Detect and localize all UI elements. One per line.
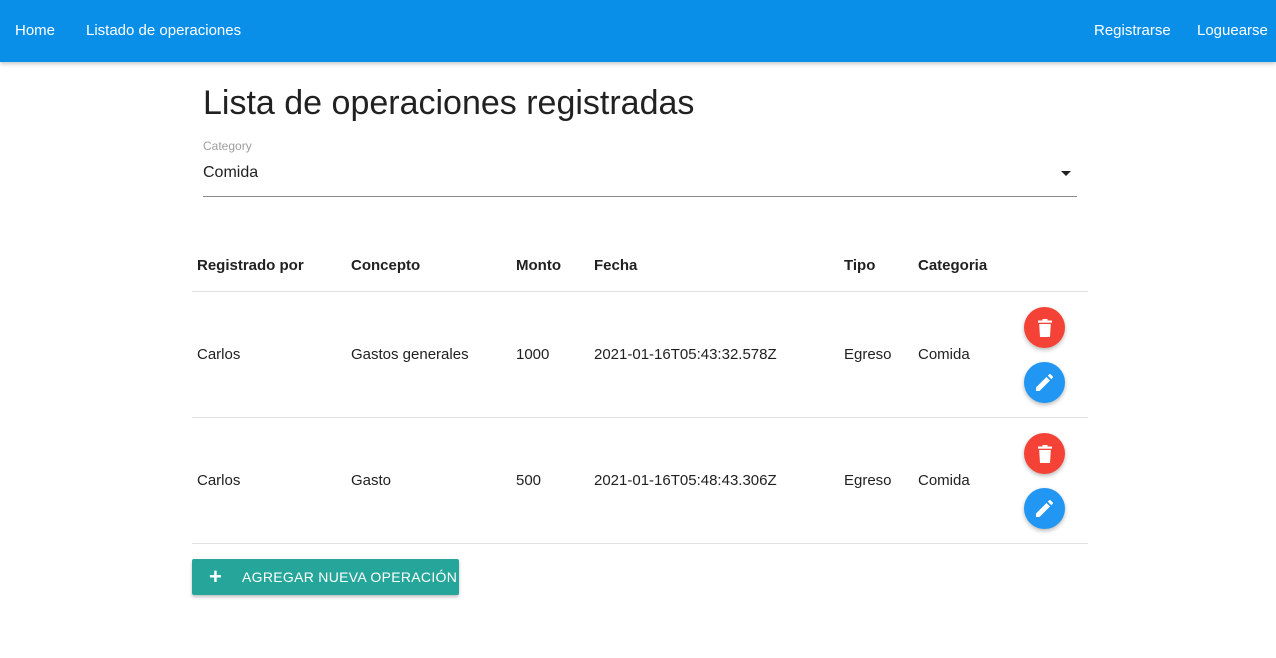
cell-categoria: Comida bbox=[918, 472, 970, 489]
caret-down-icon[interactable] bbox=[1061, 171, 1071, 176]
table-row: Carlos Gasto 500 2021-01-16T05:48:43.306… bbox=[192, 418, 1088, 544]
table-row: Carlos Gastos generales 1000 2021-01-16T… bbox=[192, 292, 1088, 418]
nav-link-listado-operaciones[interactable]: Listado de operaciones bbox=[86, 0, 241, 62]
column-header-tipo: Tipo bbox=[844, 257, 876, 274]
column-header-concepto: Concepto bbox=[351, 257, 421, 274]
pencil-icon bbox=[1036, 500, 1053, 517]
edit-button[interactable] bbox=[1024, 362, 1065, 403]
category-select-label: Category bbox=[203, 139, 252, 153]
cell-tipo: Egreso bbox=[844, 346, 892, 363]
nav-link-registrarse[interactable]: Registrarse bbox=[1094, 0, 1171, 62]
cell-categoria: Comida bbox=[918, 346, 970, 363]
cell-registrado-por: Carlos bbox=[197, 472, 241, 489]
category-select[interactable]: Category Comida bbox=[203, 138, 1077, 197]
cell-monto: 500 bbox=[516, 472, 542, 489]
cell-fecha: 2021-01-16T05:48:43.306Z bbox=[594, 472, 777, 489]
add-operation-button[interactable]: + AGREGAR NUEVA OPERACIÓN bbox=[192, 559, 459, 595]
column-header-fecha: Fecha bbox=[594, 257, 638, 274]
operations-table: Registrado por Concepto Monto Fecha Tipo… bbox=[192, 240, 1088, 544]
cell-concepto: Gasto bbox=[351, 472, 392, 489]
nav-link-loguearse[interactable]: Loguearse bbox=[1197, 0, 1268, 62]
cell-tipo: Egreso bbox=[844, 472, 892, 489]
trash-icon bbox=[1037, 444, 1052, 463]
category-select-value[interactable]: Comida bbox=[203, 164, 258, 182]
cell-fecha: 2021-01-16T05:43:32.578Z bbox=[594, 346, 777, 363]
pencil-icon bbox=[1036, 374, 1053, 391]
delete-button[interactable] bbox=[1024, 433, 1065, 474]
cell-monto: 1000 bbox=[516, 346, 550, 363]
column-header-categoria: Categoria bbox=[918, 257, 988, 274]
add-operation-label: AGREGAR NUEVA OPERACIÓN bbox=[242, 569, 458, 585]
cell-concepto: Gastos generales bbox=[351, 346, 469, 363]
column-header-registrado-por: Registrado por bbox=[197, 257, 304, 274]
table-header-row: Registrado por Concepto Monto Fecha Tipo… bbox=[192, 240, 1088, 292]
column-header-monto: Monto bbox=[516, 257, 561, 274]
top-navbar: Home Listado de operaciones Registrarse … bbox=[0, 0, 1276, 62]
nav-link-home[interactable]: Home bbox=[15, 0, 55, 62]
cell-registrado-por: Carlos bbox=[197, 346, 241, 363]
edit-button[interactable] bbox=[1024, 488, 1065, 529]
delete-button[interactable] bbox=[1024, 307, 1065, 348]
page-title: Lista de operaciones registradas bbox=[203, 84, 695, 122]
trash-icon bbox=[1037, 318, 1052, 337]
plus-icon: + bbox=[209, 564, 223, 589]
